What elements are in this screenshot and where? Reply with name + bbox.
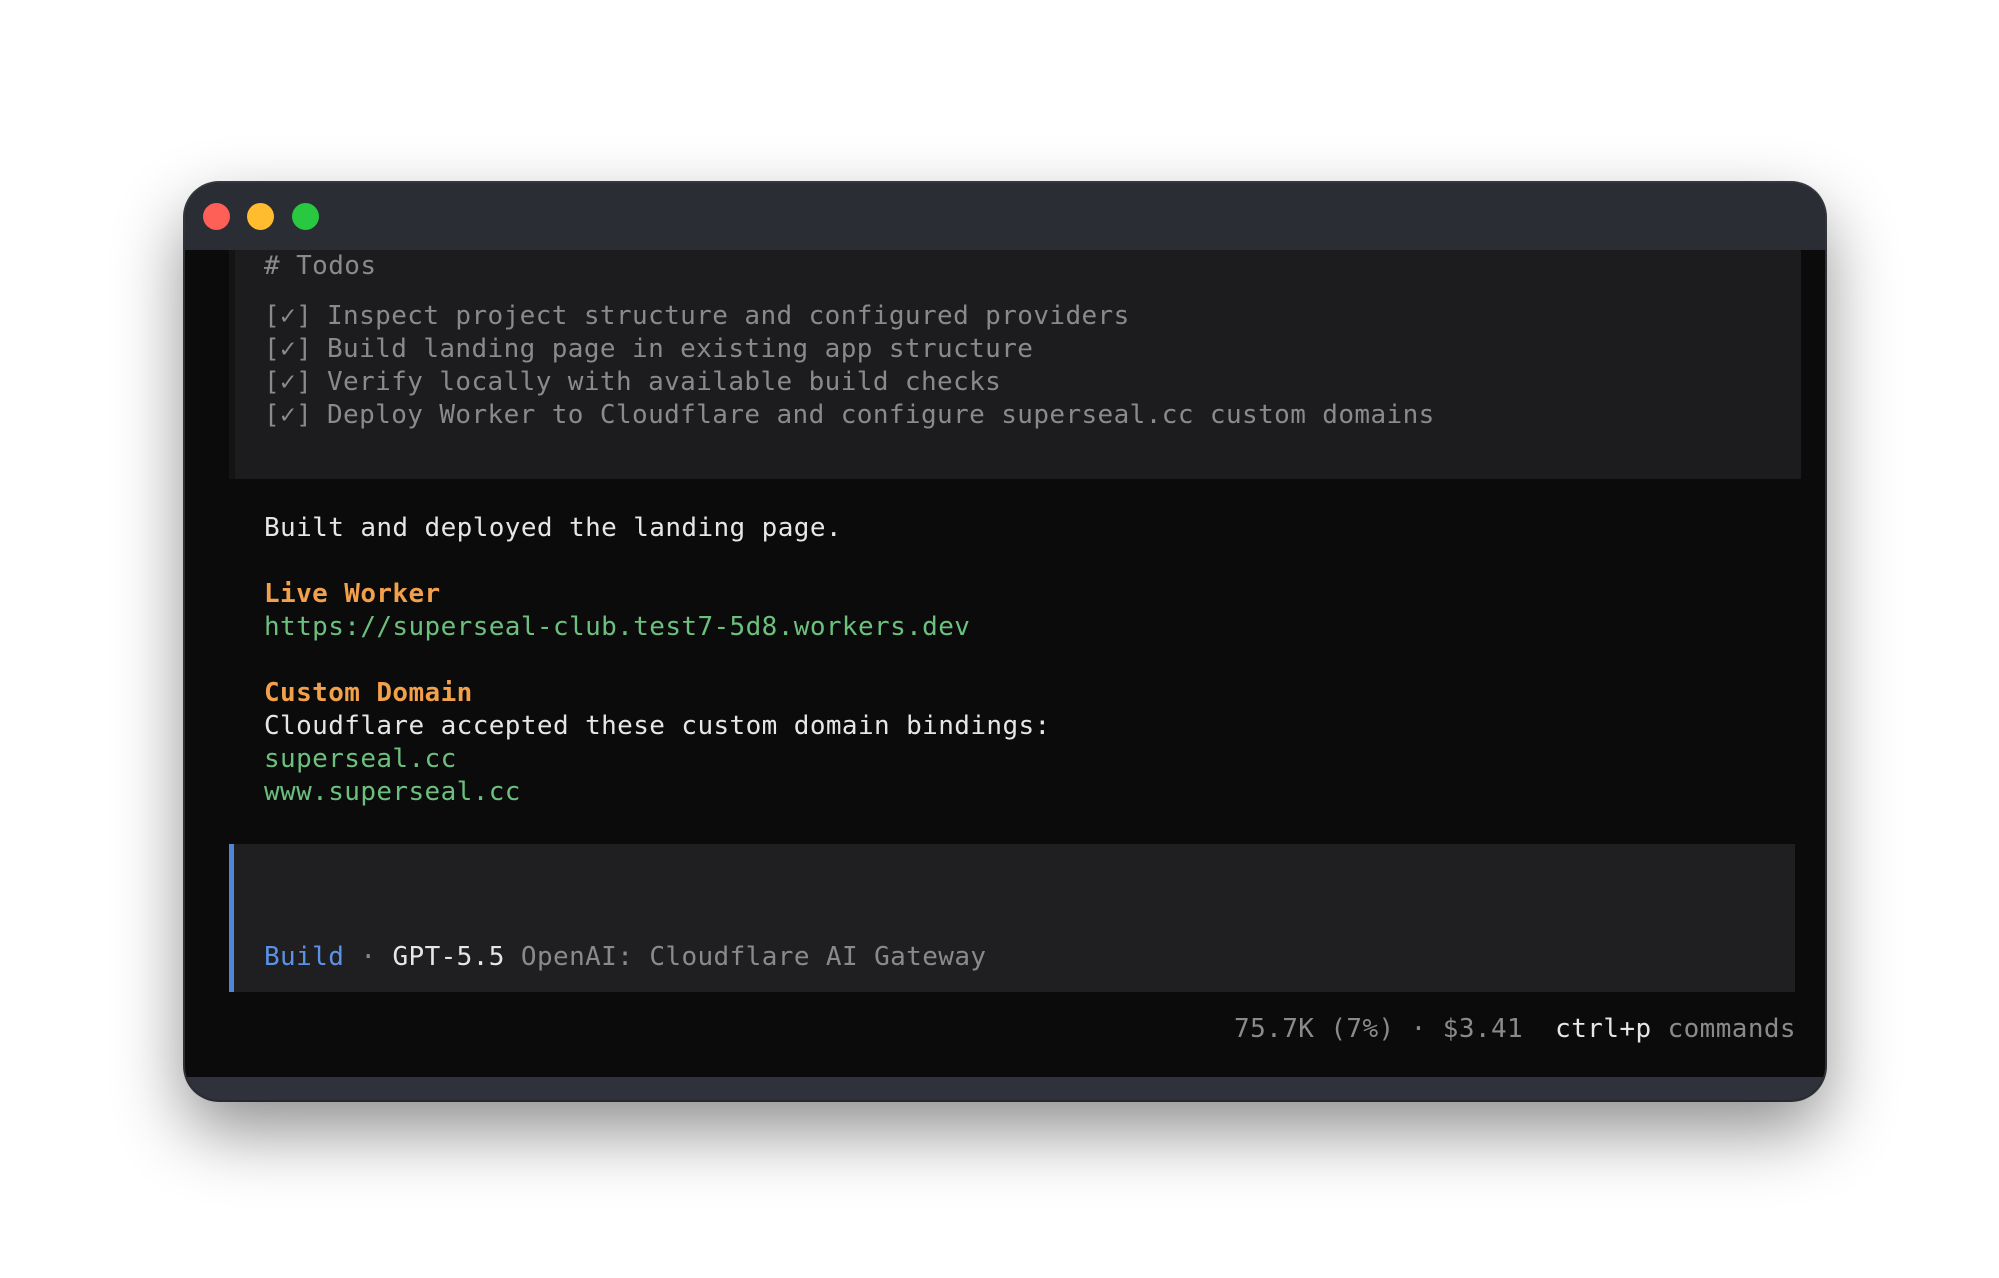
separator-dot: · [1410, 1014, 1427, 1044]
todos-panel: # Todos [✓] Inspect project structure an… [229, 250, 1801, 479]
status-bar: 75.7K (7%) · $3.41 ctrl+p commands [1234, 1013, 1796, 1046]
session-cost: $3.41 [1442, 1014, 1524, 1044]
todo-checkbox: [✓] [264, 301, 313, 331]
separator-dot: · [360, 942, 377, 972]
message-summary: Built and deployed the landing page. [264, 513, 842, 543]
commands-shortcut[interactable]: ctrl+p [1555, 1014, 1651, 1044]
custom-domain-text: Cloudflare accepted these custom domain … [264, 711, 1051, 741]
token-usage: 75.7K (7%) [1234, 1014, 1395, 1044]
todo-item-label: Inspect project structure and configured… [327, 301, 1130, 331]
custom-domain-heading: Custom Domain [264, 678, 473, 708]
maximize-window-button[interactable] [292, 203, 319, 230]
provider-name: OpenAI: Cloudflare AI Gateway [520, 942, 987, 972]
domain-link[interactable]: www.superseal.cc [264, 776, 521, 809]
live-worker-heading: Live Worker [264, 579, 441, 609]
domain-link[interactable]: superseal.cc [264, 743, 457, 776]
commands-label: commands [1667, 1014, 1796, 1044]
todo-item-label: Build landing page in existing app struc… [327, 334, 1034, 364]
todo-checkbox: [✓] [264, 367, 313, 397]
todos-heading: # Todos [264, 251, 377, 281]
live-worker-link[interactable]: https://superseal-club.test7-5d8.workers… [264, 611, 970, 644]
close-window-button[interactable] [203, 203, 230, 230]
agent-mode[interactable]: Build [264, 942, 344, 972]
todo-item-label: Verify locally with available build chec… [327, 367, 1002, 397]
todo-checkbox: [✓] [264, 400, 313, 430]
model-name[interactable]: GPT-5.5 [392, 942, 504, 972]
minimize-window-button[interactable] [247, 203, 274, 230]
terminal-window: # Todos [✓] Inspect project structure an… [185, 183, 1825, 1100]
window-bottom-bar [185, 1077, 1825, 1100]
title-bar [185, 183, 1825, 250]
agent-mode-line: Build · GPT-5.5 OpenAI: Cloudflare AI Ga… [264, 941, 986, 974]
todo-item-label: Deploy Worker to Cloudflare and configur… [327, 400, 1435, 430]
input-focus-bar [229, 844, 234, 992]
prompt-input[interactable]: Build · GPT-5.5 OpenAI: Cloudflare AI Ga… [229, 844, 1795, 992]
todo-checkbox: [✓] [264, 334, 313, 364]
